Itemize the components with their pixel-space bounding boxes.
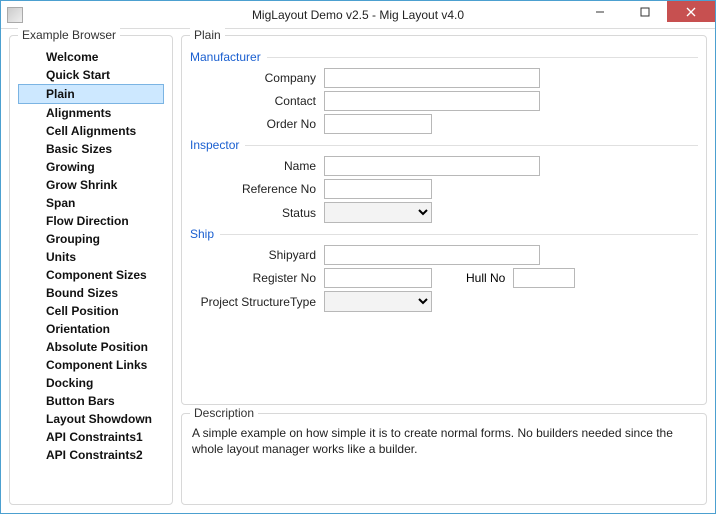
refno-label: Reference No xyxy=(198,182,324,196)
content-area: Example Browser WelcomeQuick StartPlainA… xyxy=(1,29,715,513)
close-icon xyxy=(686,7,696,17)
status-select[interactable] xyxy=(324,202,432,223)
sidebar-item[interactable]: Span xyxy=(18,194,164,212)
manufacturer-heading: Manufacturer xyxy=(190,50,698,64)
minimize-icon xyxy=(595,7,605,17)
sidebar-item[interactable]: Grouping xyxy=(18,230,164,248)
inspector-heading-text: Inspector xyxy=(190,138,239,152)
close-button[interactable] xyxy=(667,1,715,22)
ship-heading: Ship xyxy=(190,227,698,241)
sidebar-item[interactable]: Cell Position xyxy=(18,302,164,320)
orderno-input[interactable] xyxy=(324,114,432,134)
sidebar-item[interactable]: Growing xyxy=(18,158,164,176)
example-list: WelcomeQuick StartPlainAlignmentsCell Al… xyxy=(18,46,164,466)
hullno-label: Hull No xyxy=(466,271,505,285)
sidebar-item[interactable]: Alignments xyxy=(18,104,164,122)
hullno-input[interactable] xyxy=(513,268,575,288)
separator xyxy=(220,234,698,235)
separator xyxy=(245,145,698,146)
separator xyxy=(267,57,698,58)
sidebar-item[interactable]: Orientation xyxy=(18,320,164,338)
example-browser-panel: Example Browser WelcomeQuick StartPlainA… xyxy=(9,35,173,505)
sidebar-item[interactable]: Plain xyxy=(18,84,164,104)
name-label: Name xyxy=(198,159,324,173)
sidebar-item[interactable]: Cell Alignments xyxy=(18,122,164,140)
maximize-icon xyxy=(640,7,650,17)
maximize-button[interactable] xyxy=(622,1,667,22)
description-legend: Description xyxy=(190,406,258,420)
titlebar: MigLayout Demo v2.5 - Mig Layout v4.0 xyxy=(1,1,715,29)
shipyard-input[interactable] xyxy=(324,245,540,265)
sidebar-item[interactable]: Quick Start xyxy=(18,66,164,84)
main-panel: Plain Manufacturer Company Contact Order… xyxy=(181,35,707,505)
description-panel: Description A simple example on how simp… xyxy=(181,413,707,505)
window-controls xyxy=(577,1,715,28)
sidebar-legend: Example Browser xyxy=(18,28,120,42)
regno-label: Register No xyxy=(198,271,324,285)
sidebar-item[interactable]: Button Bars xyxy=(18,392,164,410)
sidebar-item[interactable]: Units xyxy=(18,248,164,266)
app-window: MigLayout Demo v2.5 - Mig Layout v4.0 Ex… xyxy=(0,0,716,514)
sidebar-item[interactable]: Grow Shrink xyxy=(18,176,164,194)
ship-heading-text: Ship xyxy=(190,227,214,241)
pst-label: Project StructureType xyxy=(198,295,324,309)
sidebar-item[interactable]: Component Sizes xyxy=(18,266,164,284)
sidebar-item[interactable]: Basic Sizes xyxy=(18,140,164,158)
status-label: Status xyxy=(198,206,324,220)
sidebar-item[interactable]: Absolute Position xyxy=(18,338,164,356)
pst-select[interactable] xyxy=(324,291,432,312)
app-icon xyxy=(7,7,23,23)
sidebar-item[interactable]: Docking xyxy=(18,374,164,392)
description-text: A simple example on how simple it is to … xyxy=(190,424,698,459)
plain-legend: Plain xyxy=(190,28,225,42)
minimize-button[interactable] xyxy=(577,1,622,22)
sidebar-item[interactable]: API Constraints2 xyxy=(18,446,164,464)
inspector-heading: Inspector xyxy=(190,138,698,152)
company-input[interactable] xyxy=(324,68,540,88)
sidebar-item[interactable]: API Constraints1 xyxy=(18,428,164,446)
contact-label: Contact xyxy=(198,94,324,108)
shipyard-label: Shipyard xyxy=(198,248,324,262)
plain-panel: Plain Manufacturer Company Contact Order… xyxy=(181,35,707,405)
manufacturer-heading-text: Manufacturer xyxy=(190,50,261,64)
regno-input[interactable] xyxy=(324,268,432,288)
name-input[interactable] xyxy=(324,156,540,176)
sidebar-item[interactable]: Layout Showdown xyxy=(18,410,164,428)
sidebar-item[interactable]: Bound Sizes xyxy=(18,284,164,302)
orderno-label: Order No xyxy=(198,117,324,131)
refno-input[interactable] xyxy=(324,179,432,199)
sidebar-item[interactable]: Welcome xyxy=(18,48,164,66)
company-label: Company xyxy=(198,71,324,85)
sidebar-item[interactable]: Component Links xyxy=(18,356,164,374)
sidebar-item[interactable]: Flow Direction xyxy=(18,212,164,230)
contact-input[interactable] xyxy=(324,91,540,111)
